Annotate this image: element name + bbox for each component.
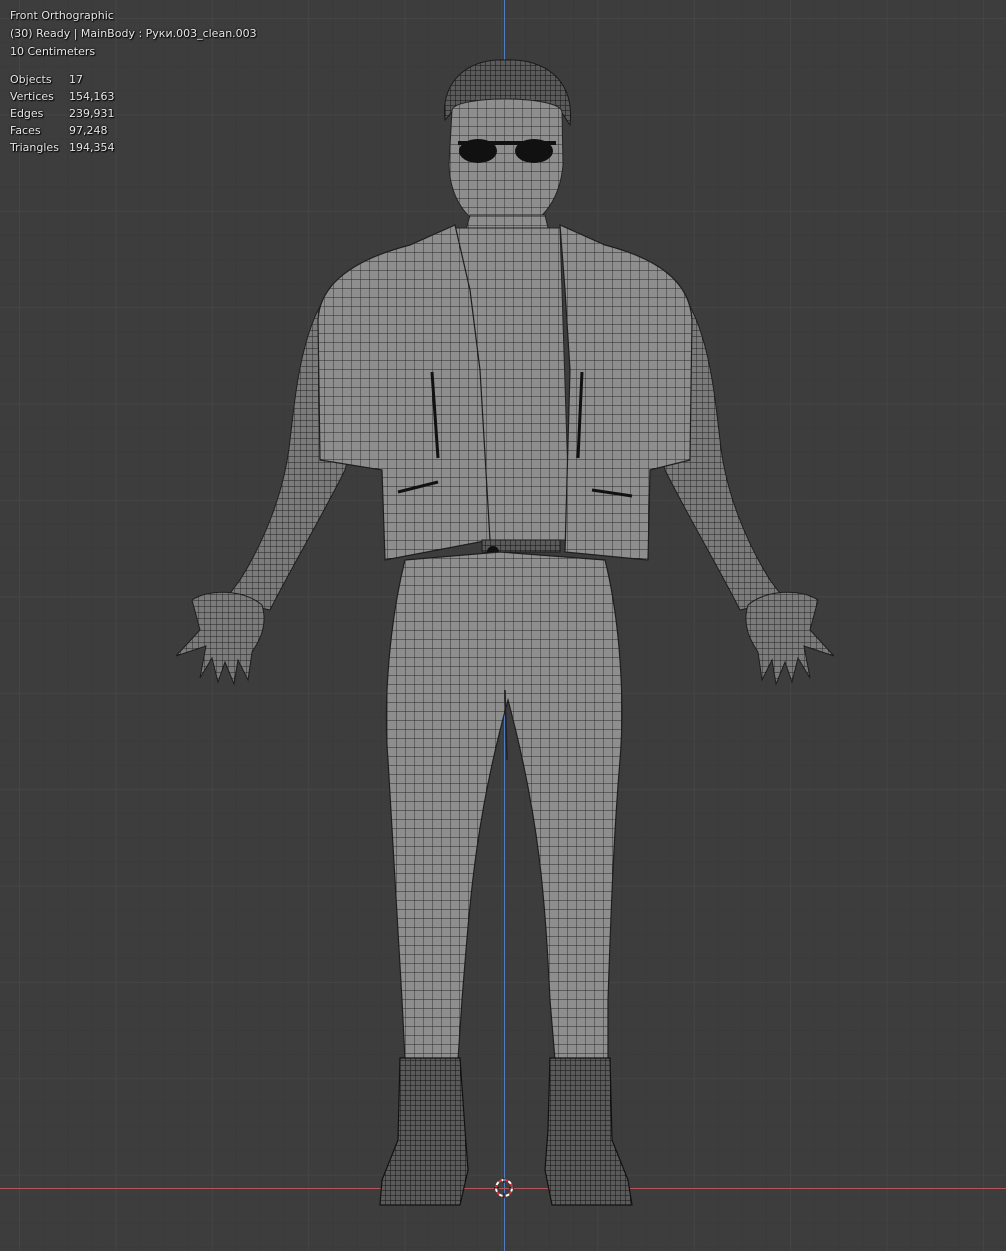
view-name: Front Orthographic: [10, 9, 114, 22]
3d-viewport[interactable]: Front Orthographic (30) Ready | MainBody…: [0, 0, 1006, 1251]
stat-label: Vertices: [10, 90, 54, 103]
right-hand-mesh: [745, 591, 835, 686]
stat-value: 194,354: [69, 141, 115, 154]
stat-row-edges: Edges 239,931: [10, 105, 257, 122]
grid-scale: 10 Centimeters: [10, 45, 96, 58]
head-mesh: [448, 98, 564, 233]
stat-value: 97,248: [69, 124, 108, 137]
stat-label: Triangles: [10, 141, 59, 154]
right-boot-mesh: [544, 1057, 633, 1206]
stat-value: 154,163: [69, 90, 115, 103]
jacket-left-mesh: [317, 224, 491, 561]
stat-row-vertices: Vertices 154,163: [10, 88, 257, 105]
wireframe-character-mesh[interactable]: [0, 0, 1006, 1251]
stat-label: Faces: [10, 124, 41, 137]
stat-row-triangles: Triangles 194,354: [10, 139, 257, 156]
viewport-info-overlay: Front Orthographic (30) Ready | MainBody…: [10, 7, 257, 156]
3d-cursor-icon[interactable]: [494, 1178, 514, 1198]
stat-row-objects: Objects 17: [10, 71, 257, 88]
left-boot-mesh: [379, 1057, 469, 1206]
left-hand-mesh: [175, 591, 265, 686]
stat-value: 17: [69, 73, 83, 86]
scene-statistics: Objects 17 Vertices 154,163 Edges 239,93…: [10, 71, 257, 156]
pants-mesh: [385, 551, 623, 1061]
stat-row-faces: Faces 97,248: [10, 122, 257, 139]
stat-value: 239,931: [69, 107, 115, 120]
stat-label: Edges: [10, 107, 44, 120]
stat-label: Objects: [10, 73, 52, 86]
status-line: (30) Ready | MainBody : Руки.003_clean.0…: [10, 27, 257, 40]
